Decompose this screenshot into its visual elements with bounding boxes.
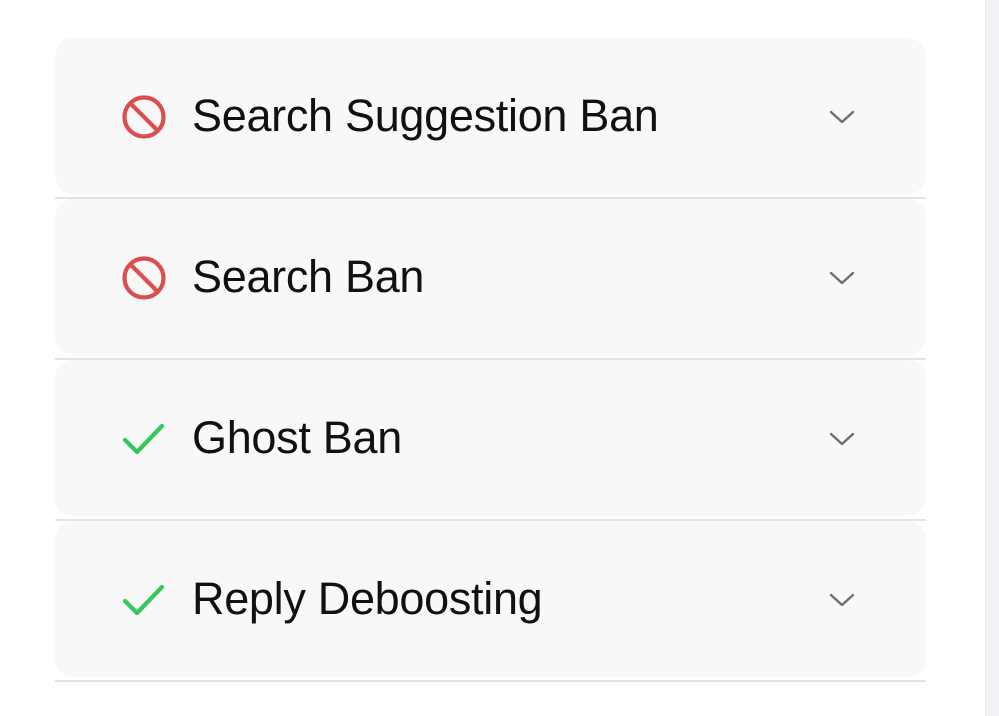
check-item-reply-deboosting[interactable]: Reply Deboosting bbox=[55, 521, 926, 682]
prohibited-icon bbox=[121, 94, 167, 140]
check-item-search-ban[interactable]: Search Ban bbox=[55, 199, 926, 360]
check-item-panel bbox=[55, 360, 926, 516]
chevron-down-icon[interactable] bbox=[829, 431, 855, 447]
chevron-down-icon[interactable] bbox=[829, 592, 855, 608]
check-item-label: Search Suggestion Ban bbox=[192, 90, 659, 141]
prohibited-icon bbox=[121, 255, 167, 301]
checkmark-icon bbox=[121, 577, 167, 623]
check-item-label: Reply Deboosting bbox=[192, 573, 543, 624]
check-item-label: Search Ban bbox=[192, 251, 425, 302]
chevron-down-icon[interactable] bbox=[829, 270, 855, 286]
scrollbar[interactable] bbox=[985, 0, 999, 716]
check-item-search-suggestion-ban[interactable]: Search Suggestion Ban bbox=[55, 38, 926, 199]
chevron-down-icon[interactable] bbox=[829, 109, 855, 125]
check-item-label: Ghost Ban bbox=[192, 412, 402, 463]
checkmark-icon bbox=[121, 416, 167, 462]
ban-check-list: Search Suggestion Ban Search Ban Ghost B… bbox=[55, 38, 926, 682]
check-item-ghost-ban[interactable]: Ghost Ban bbox=[55, 360, 926, 521]
check-item-panel bbox=[55, 199, 926, 355]
